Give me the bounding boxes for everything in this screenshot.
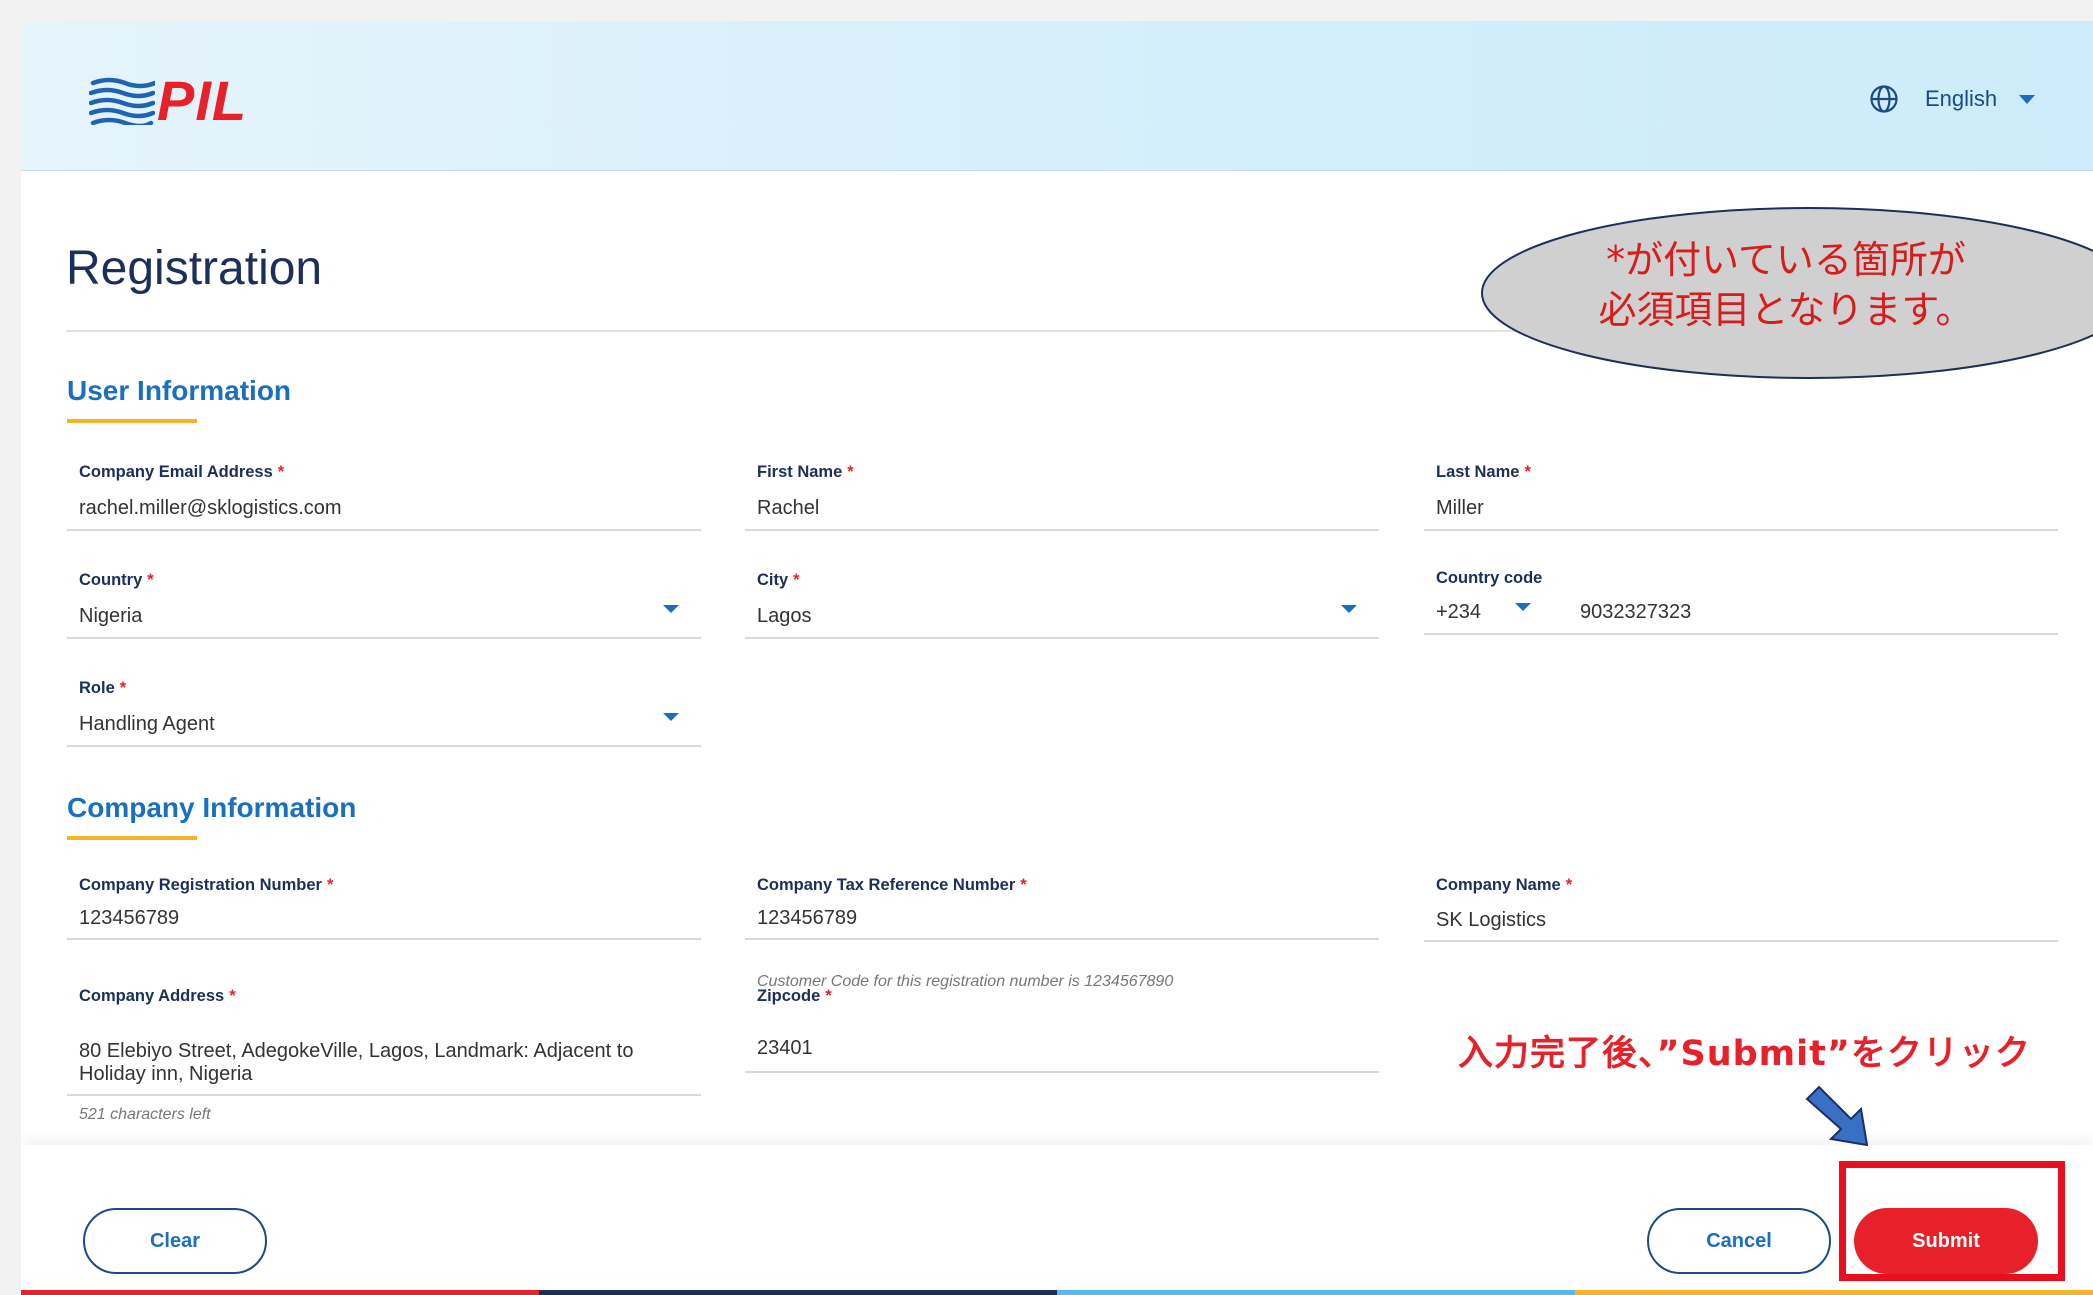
tax-ref-field[interactable]: Company Tax Reference Number * 123456789 [745, 876, 1379, 966]
section-underline [67, 836, 197, 840]
clear-button[interactable]: Clear [83, 1208, 267, 1274]
company-info-heading: Company Information [67, 792, 357, 823]
field-underline [67, 745, 701, 747]
brand-color-bar [21, 1290, 2093, 1295]
cancel-button[interactable]: Cancel [1647, 1208, 1831, 1274]
field-underline [67, 529, 701, 531]
chevron-down-icon[interactable] [1515, 603, 1531, 611]
first-name-field[interactable]: First Name * Rachel [745, 463, 1379, 553]
country-select[interactable]: Country * Nigeria [67, 571, 701, 661]
field-label: Company Tax Reference Number * [757, 876, 1027, 894]
company-address-value[interactable]: 80 Elebiyo Street, AdegokeVille, Lagos, … [79, 1040, 679, 1086]
field-underline [745, 529, 1379, 531]
chevron-down-icon[interactable] [663, 713, 679, 721]
field-label: Company Name * [1436, 876, 1573, 894]
field-label: Role * [79, 679, 127, 697]
last-name-field[interactable]: Last Name * Miller [1424, 463, 2058, 553]
submit-instruction: 入力完了後、”Submit”をクリック [1458, 1034, 2031, 1074]
field-label: Company Email Address * [79, 463, 285, 481]
field-label: Country * [79, 571, 154, 589]
phone-number-input[interactable]: 9032327323 [1580, 601, 1691, 624]
field-label: Last Name * [1436, 463, 1531, 481]
company-name-field[interactable]: Company Name * SK Logistics [1424, 876, 2058, 966]
zipcode-value[interactable]: 23401 [757, 1037, 813, 1060]
field-label: First Name * [757, 463, 854, 481]
field-underline [67, 938, 701, 940]
field-underline [1424, 633, 2058, 635]
callout-line-2: 必須項目となります。 [1598, 288, 1974, 332]
characters-left-helper: 521 characters left [79, 1106, 211, 1123]
top-header: PIL English [21, 21, 2093, 171]
field-underline [745, 637, 1379, 639]
chevron-down-icon[interactable] [1341, 605, 1357, 613]
field-underline [745, 938, 1379, 940]
section-underline [67, 419, 197, 423]
tax-ref-value[interactable]: 123456789 [757, 907, 857, 930]
email-field[interactable]: Company Email Address * rachel.miller@skl… [67, 463, 701, 553]
globe-icon [1870, 85, 1898, 113]
page-title: Registration [66, 242, 323, 295]
last-name-value[interactable]: Miller [1436, 497, 1484, 520]
pil-logo[interactable]: PIL [89, 73, 247, 129]
field-underline [1424, 529, 2058, 531]
required-fields-callout: *が付いている箇所が 必須項目となります。 [1479, 205, 2093, 381]
email-value[interactable]: rachel.miller@sklogistics.com [79, 497, 342, 520]
field-label: Country code [1436, 569, 1543, 587]
field-label: Zipcode * [757, 987, 832, 1005]
field-underline [745, 1071, 1379, 1073]
language-label: English [1925, 86, 1998, 111]
field-label: Company Registration Number * [79, 876, 334, 894]
company-reg-number-field[interactable]: Company Registration Number * 123456789 [67, 876, 701, 966]
logo-text: PIL [157, 69, 248, 132]
field-label: Company Address * [79, 987, 236, 1005]
company-name-value[interactable]: SK Logistics [1436, 909, 1546, 932]
language-selector[interactable]: English [1869, 79, 2036, 119]
wave-logo-icon [89, 77, 155, 125]
city-select[interactable]: City * Lagos [745, 571, 1379, 661]
company-reg-number-value[interactable]: 123456789 [79, 907, 179, 930]
user-info-heading: User Information [67, 375, 292, 406]
zipcode-field[interactable]: Zipcode * 23401 [745, 987, 1379, 1077]
city-value: Lagos [757, 605, 812, 627]
company-address-field[interactable]: Company Address * 80 Elebiyo Street, Adeg… [67, 987, 701, 1099]
first-name-value[interactable]: Rachel [757, 497, 819, 520]
field-underline [67, 637, 701, 639]
chevron-down-icon[interactable] [663, 605, 679, 613]
field-label: City * [757, 571, 800, 589]
action-footer: Clear Cancel Submit [21, 1145, 2093, 1275]
country-value: Nigeria [79, 605, 143, 627]
arrow-down-right-icon [1805, 1085, 1869, 1147]
role-value: Handling Agent [79, 713, 215, 735]
chevron-down-icon [2019, 94, 2036, 104]
callout-line-1: *が付いている箇所が [1606, 238, 1966, 282]
callout-text: *が付いている箇所が 必須項目となります。 [1479, 235, 2093, 335]
field-underline [1424, 940, 2058, 942]
phone-field[interactable]: Country code +234 9032327323 [1424, 569, 2058, 659]
role-select[interactable]: Role * Handling Agent [67, 679, 701, 769]
country-code-select[interactable]: +234 [1436, 601, 1481, 624]
submit-highlight-box [1839, 1161, 2065, 1281]
field-underline [67, 1094, 701, 1096]
